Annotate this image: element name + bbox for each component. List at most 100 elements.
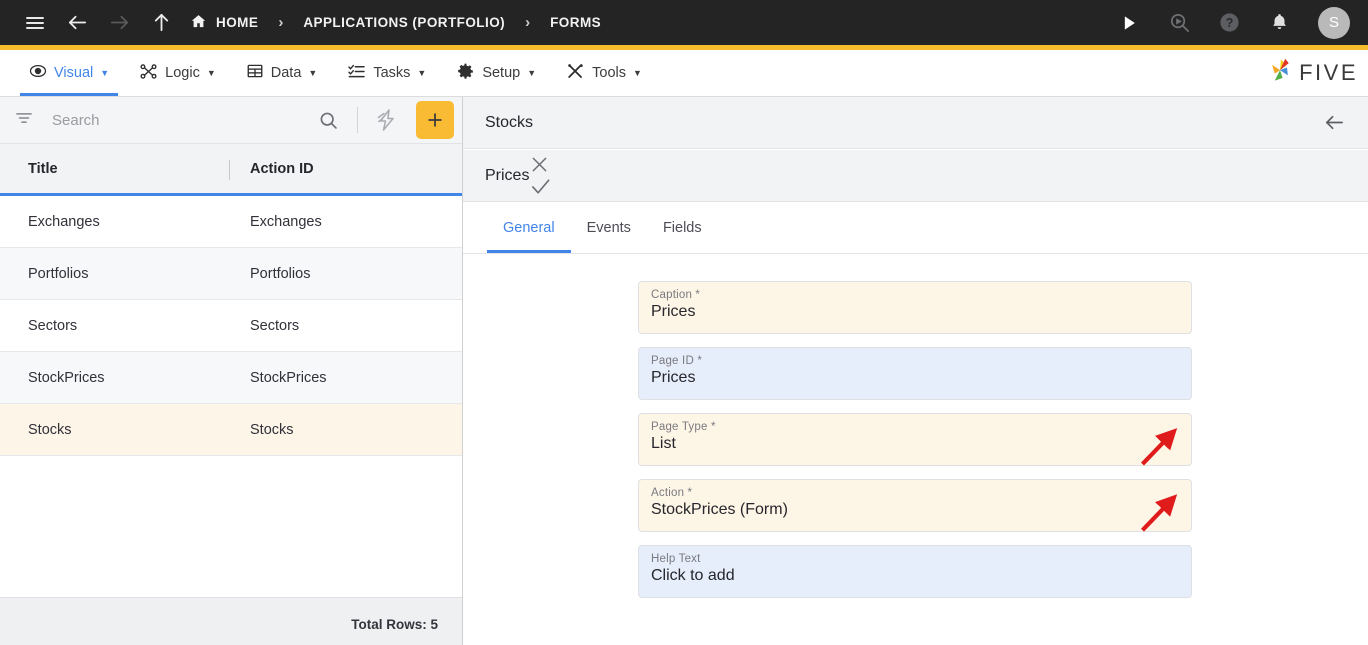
field-label: Caption * — [651, 289, 701, 301]
lightning-bolt-icon[interactable] — [370, 103, 404, 137]
cell-action-id: Portfolios — [250, 265, 311, 282]
logic-icon — [139, 62, 158, 85]
column-header-action-id[interactable]: Action ID — [232, 161, 314, 177]
search-input[interactable] — [42, 111, 303, 129]
search-run-icon[interactable] — [1158, 0, 1200, 45]
run-icon[interactable] — [1108, 0, 1150, 45]
tab-events[interactable]: Events — [571, 202, 647, 253]
field-caption[interactable]: Caption * Prices — [638, 281, 1192, 334]
menu-item-label: Data — [270, 65, 302, 81]
form-card-title: Prices — [485, 166, 530, 184]
field-value: Click to add — [651, 567, 735, 584]
up-button[interactable] — [140, 0, 182, 45]
breadcrumb-label: HOME — [216, 15, 259, 30]
field-page-type[interactable]: Page Type * List — [638, 413, 1192, 466]
column-divider — [229, 160, 230, 180]
table-row-selected[interactable]: Stocks Stocks — [0, 404, 462, 456]
back-arrow-icon[interactable] — [1323, 111, 1346, 134]
form-fields: Caption * Prices Page ID * Prices Page T… — [638, 281, 1192, 598]
chevron-down-icon[interactable] — [1157, 430, 1177, 455]
field-action[interactable]: Action * StockPrices (Form) — [638, 479, 1192, 532]
chevron-down-icon: ▼ — [308, 68, 318, 78]
table-body: Exchanges Exchanges Portfolios Portfolio… — [0, 196, 462, 597]
table-row[interactable]: Sectors Sectors — [0, 300, 462, 352]
chevron-down-icon: ▼ — [633, 68, 642, 78]
forward-button[interactable] — [98, 0, 140, 45]
cell-title: StockPrices — [28, 369, 105, 386]
search-icon[interactable] — [311, 103, 345, 137]
filter-icon[interactable] — [14, 108, 34, 133]
table-footer: Total Rows: 5 — [0, 597, 462, 645]
form-tabs: General Events Fields — [463, 202, 1368, 254]
top-bar-actions: ? S — [1108, 0, 1354, 45]
field-label: Help Text — [651, 553, 701, 565]
close-x-icon[interactable] — [529, 154, 552, 175]
tab-label: Events — [586, 219, 631, 236]
menu-item-visual[interactable]: Visual ▼ — [14, 50, 124, 96]
menu-item-label: Logic — [165, 65, 200, 81]
left-panel: Title Action ID Exchanges Exchanges Port… — [0, 97, 463, 645]
column-header-title[interactable]: Title — [0, 161, 232, 177]
menu-item-label: Setup — [482, 65, 521, 81]
hamburger-menu-button[interactable] — [14, 0, 56, 45]
cell-title: Sectors — [28, 317, 78, 334]
help-icon[interactable]: ? — [1208, 0, 1250, 45]
breadcrumb: HOME › APPLICATIONS (PORTFOLIO) › FORMS — [190, 13, 601, 33]
breadcrumb-label: APPLICATIONS (PORTFOLIO) — [303, 15, 506, 30]
gear-icon — [456, 62, 475, 85]
tools-icon — [566, 62, 585, 85]
tab-general[interactable]: General — [487, 202, 571, 253]
menu-item-tools[interactable]: Tools ▼ — [551, 50, 657, 96]
table-row[interactable]: Portfolios Portfolios — [0, 248, 462, 300]
table-row[interactable]: StockPrices StockPrices — [0, 352, 462, 404]
field-label: Page ID * — [651, 355, 703, 367]
menu-item-setup[interactable]: Setup ▼ — [441, 50, 551, 96]
toolbar-divider — [357, 107, 358, 133]
cell-title: Portfolios — [28, 265, 89, 282]
back-button[interactable] — [56, 0, 98, 45]
search-bar — [0, 97, 462, 144]
chevron-down-icon[interactable] — [1157, 496, 1177, 521]
cell-action-id: StockPrices — [250, 369, 327, 386]
cell-action-id: Sectors — [250, 317, 300, 334]
form-card-header: Prices — [463, 150, 1368, 202]
chevron-down-icon: ▼ — [206, 68, 216, 78]
menu-item-label: Tools — [592, 65, 626, 81]
table-icon — [246, 62, 264, 84]
menu-item-tasks[interactable]: Tasks ▼ — [332, 50, 441, 96]
avatar[interactable]: S — [1318, 6, 1350, 39]
tab-label: General — [503, 219, 555, 236]
breadcrumb-separator: › — [525, 14, 531, 31]
breadcrumb-item-forms[interactable]: FORMS — [550, 15, 601, 30]
field-help-text[interactable]: Help Text Click to add — [638, 545, 1192, 598]
page-title: Stocks — [485, 113, 534, 131]
field-label: Action * — [651, 487, 693, 499]
field-value: Prices — [651, 369, 696, 386]
total-rows-label: Total Rows: 5 — [351, 616, 438, 632]
field-value: Prices — [651, 303, 696, 320]
breadcrumb-item-home[interactable]: HOME — [190, 13, 258, 33]
field-value: StockPrices (Form) — [651, 501, 788, 518]
checkmark-icon[interactable] — [529, 175, 552, 198]
tasks-icon — [347, 62, 366, 85]
menu-item-data[interactable]: Data ▼ — [231, 50, 333, 96]
table-row[interactable]: Exchanges Exchanges — [0, 196, 462, 248]
table-header-row: Title Action ID — [0, 144, 462, 196]
notifications-bell-icon[interactable] — [1258, 0, 1300, 45]
detail-panel: Stocks Prices General Events Fields Capt… — [463, 97, 1368, 645]
tab-label: Fields — [662, 219, 702, 236]
breadcrumb-item-applications[interactable]: APPLICATIONS (PORTFOLIO) — [303, 15, 505, 30]
tab-fields[interactable]: Fields — [647, 202, 718, 253]
chevron-down-icon: ▼ — [417, 68, 427, 78]
cell-title: Exchanges — [28, 213, 100, 230]
menu-item-logic[interactable]: Logic ▼ — [124, 50, 231, 96]
add-button[interactable] — [416, 101, 454, 139]
breadcrumb-separator: › — [278, 14, 284, 31]
menu-item-label: Tasks — [373, 65, 411, 81]
main-menu-bar: Visual ▼ Logic ▼ Data ▼ Tasks ▼ Setup ▼ … — [0, 50, 1368, 97]
field-page-id[interactable]: Page ID * Prices — [638, 347, 1192, 400]
field-value: List — [651, 435, 676, 452]
svg-text:?: ? — [1225, 16, 1233, 30]
content-area: Title Action ID Exchanges Exchanges Port… — [0, 97, 1368, 645]
brand-logo: FIVE — [1266, 50, 1368, 96]
